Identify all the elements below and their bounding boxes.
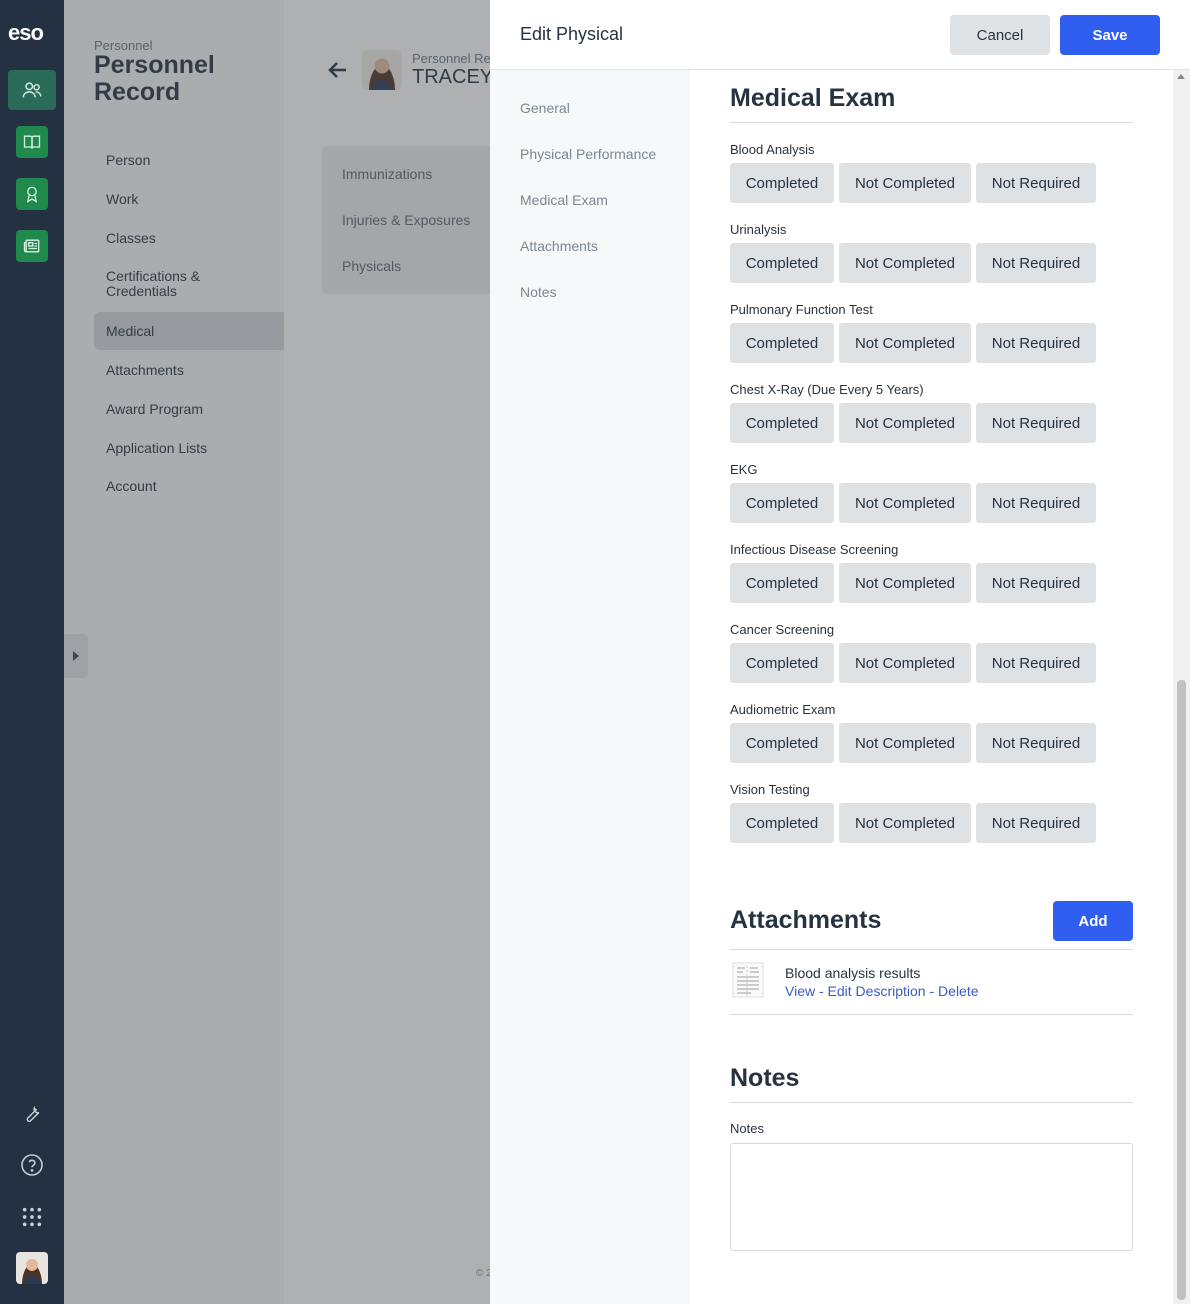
- section-divider: [730, 122, 1133, 123]
- not-required-option[interactable]: Not Required: [976, 243, 1096, 283]
- scroll-up-arrow-icon[interactable]: [1177, 74, 1185, 79]
- not-required-option[interactable]: Not Required: [976, 803, 1096, 843]
- document-thumbnail-icon[interactable]: [730, 962, 766, 998]
- exam-status-selector: Completed Not Completed Not Required: [730, 163, 1096, 203]
- add-attachment-button[interactable]: Add: [1053, 901, 1133, 941]
- book-icon[interactable]: [16, 126, 48, 158]
- modal-section-nav: General Physical Performance Medical Exa…: [490, 70, 690, 1304]
- exam-field-label: Chest X-Ray (Due Every 5 Years): [730, 382, 924, 397]
- completed-option[interactable]: Completed: [730, 803, 834, 843]
- notes-title: Notes: [730, 1064, 800, 1092]
- section-divider: [730, 1014, 1133, 1015]
- award-icon[interactable]: [16, 178, 48, 210]
- delete-attachment-link[interactable]: Delete: [938, 983, 978, 999]
- wrench-icon[interactable]: [18, 1099, 46, 1127]
- completed-option[interactable]: Completed: [730, 643, 834, 683]
- attachment-name: Blood analysis results: [785, 965, 921, 981]
- scrollbar-thumb[interactable]: [1177, 680, 1186, 1300]
- not-required-option[interactable]: Not Required: [976, 403, 1096, 443]
- exam-status-selector: Completed Not Completed Not Required: [730, 403, 1096, 443]
- not-completed-option[interactable]: Not Completed: [839, 163, 971, 203]
- save-button[interactable]: Save: [1060, 15, 1160, 55]
- not-completed-option[interactable]: Not Completed: [839, 643, 971, 683]
- not-required-option[interactable]: Not Required: [976, 163, 1096, 203]
- edit-physical-modal: Edit Physical Cancel Save General Physic…: [490, 0, 1190, 1304]
- cancel-button[interactable]: Cancel: [950, 15, 1050, 55]
- exam-status-selector: Completed Not Completed Not Required: [730, 323, 1096, 363]
- exam-field-label: Cancer Screening: [730, 622, 835, 637]
- user-avatar[interactable]: [16, 1252, 48, 1284]
- completed-option[interactable]: Completed: [730, 723, 834, 763]
- eso-logo: eso: [8, 20, 44, 45]
- section-divider: [730, 1102, 1133, 1103]
- exam-field-label: Infectious Disease Screening: [730, 542, 899, 557]
- exam-status-selector: Completed Not Completed Not Required: [730, 243, 1096, 283]
- medical-exam-title: Medical Exam: [730, 84, 896, 112]
- exam-status-selector: Completed Not Completed Not Required: [730, 723, 1096, 763]
- not-required-option[interactable]: Not Required: [976, 643, 1096, 683]
- section-link-attachments[interactable]: Attachments: [520, 238, 598, 254]
- notes-textarea[interactable]: [730, 1143, 1133, 1251]
- apps-grid-icon[interactable]: [18, 1203, 46, 1231]
- not-required-option[interactable]: Not Required: [976, 323, 1096, 363]
- modal-body: Medical Exam Blood Analysis Completed Not …: [690, 70, 1190, 1304]
- attachments-title: Attachments: [730, 906, 882, 934]
- section-link-general[interactable]: General: [520, 100, 570, 116]
- view-attachment-link[interactable]: View: [785, 983, 815, 999]
- news-icon[interactable]: [16, 230, 48, 262]
- modal-scrollbar[interactable]: [1173, 70, 1190, 1304]
- help-icon[interactable]: [18, 1151, 46, 1179]
- exam-field-label: EKG: [730, 462, 758, 477]
- exam-status-selector: Completed Not Completed Not Required: [730, 563, 1096, 603]
- exam-field-label: Vision Testing: [730, 782, 810, 797]
- not-completed-option[interactable]: Not Completed: [839, 803, 971, 843]
- section-divider: [730, 949, 1133, 950]
- completed-option[interactable]: Completed: [730, 563, 834, 603]
- exam-status-selector: Completed Not Completed Not Required: [730, 643, 1096, 683]
- exam-field-label: Urinalysis: [730, 222, 787, 237]
- modal-header: Edit Physical Cancel Save: [490, 0, 1190, 70]
- exam-field-label: Blood Analysis: [730, 142, 815, 157]
- not-completed-option[interactable]: Not Completed: [839, 723, 971, 763]
- exam-status-selector: Completed Not Completed Not Required: [730, 483, 1096, 523]
- edit-description-link[interactable]: Edit Description: [828, 983, 926, 999]
- section-link-notes[interactable]: Notes: [520, 284, 557, 300]
- exam-field-label: Audiometric Exam: [730, 702, 836, 717]
- completed-option[interactable]: Completed: [730, 163, 834, 203]
- not-required-option[interactable]: Not Required: [976, 483, 1096, 523]
- app-rail: eso: [0, 0, 64, 1304]
- not-completed-option[interactable]: Not Completed: [839, 323, 971, 363]
- not-completed-option[interactable]: Not Completed: [839, 483, 971, 523]
- notes-label: Notes: [730, 1121, 764, 1136]
- link-separator: -: [925, 983, 939, 999]
- exam-status-selector: Completed Not Completed Not Required: [730, 803, 1096, 843]
- completed-option[interactable]: Completed: [730, 243, 834, 283]
- personnel-icon[interactable]: [8, 70, 56, 110]
- modal-title: Edit Physical: [520, 24, 624, 44]
- completed-option[interactable]: Completed: [730, 483, 834, 523]
- not-completed-option[interactable]: Not Completed: [839, 403, 971, 443]
- not-completed-option[interactable]: Not Completed: [839, 243, 971, 283]
- attachment-actions: View - Edit Description - Delete: [785, 983, 979, 999]
- not-required-option[interactable]: Not Required: [976, 563, 1096, 603]
- modal-backdrop[interactable]: [64, 0, 490, 1304]
- not-completed-option[interactable]: Not Completed: [839, 563, 971, 603]
- exam-field-label: Pulmonary Function Test: [730, 302, 873, 317]
- link-separator: -: [815, 983, 828, 999]
- not-required-option[interactable]: Not Required: [976, 723, 1096, 763]
- section-link-physical-performance[interactable]: Physical Performance: [520, 146, 656, 162]
- completed-option[interactable]: Completed: [730, 403, 834, 443]
- section-link-medical-exam[interactable]: Medical Exam: [520, 192, 608, 208]
- completed-option[interactable]: Completed: [730, 323, 834, 363]
